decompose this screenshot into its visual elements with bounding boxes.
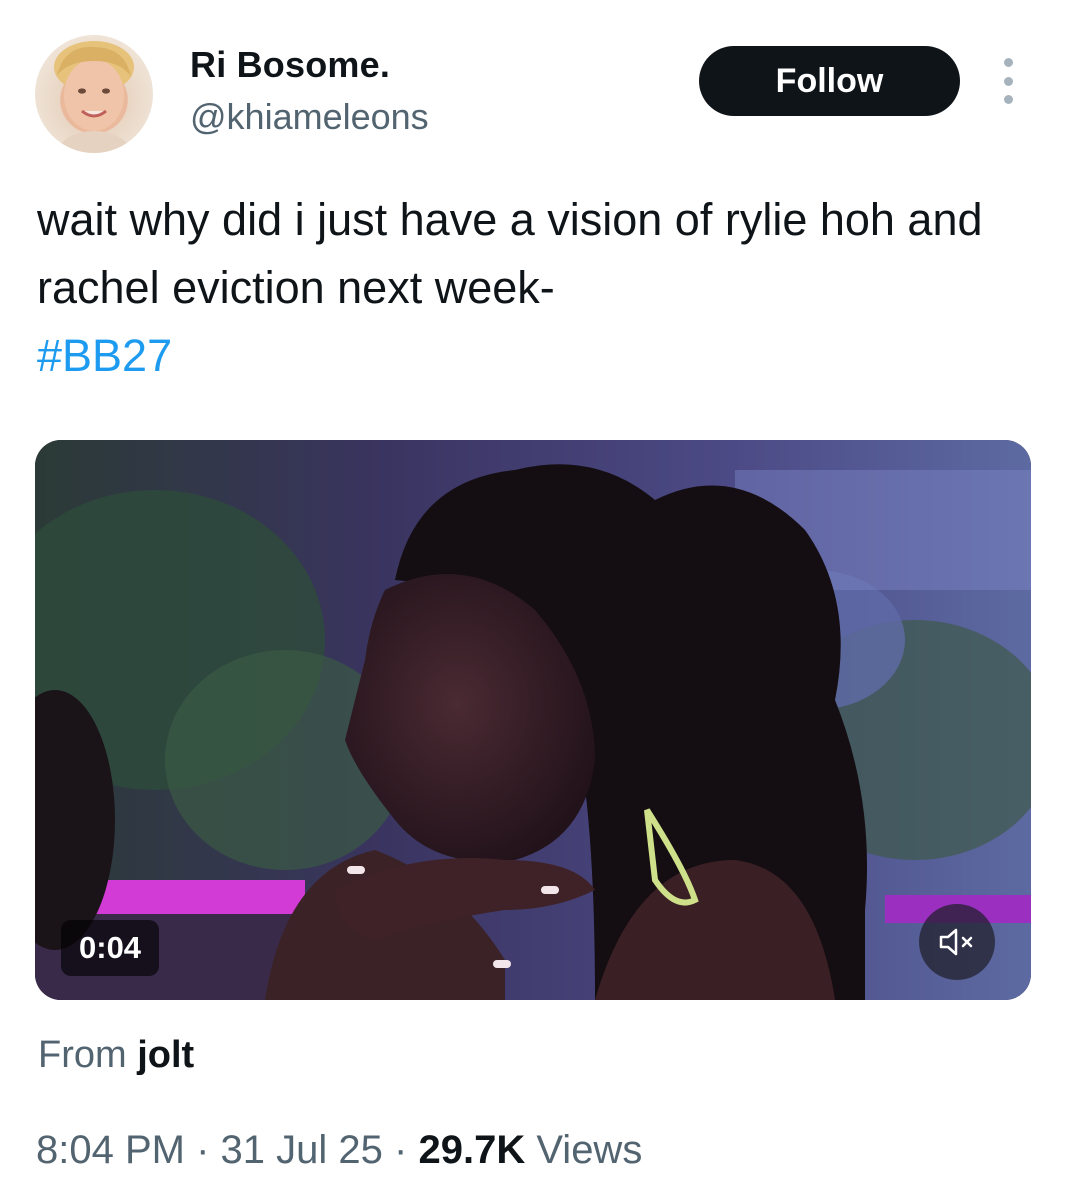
meta-separator: · xyxy=(196,1128,210,1172)
speaker-mute-glyph xyxy=(939,928,973,956)
hashtag-link[interactable]: #BB27 xyxy=(37,322,1027,390)
video-source: From jolt xyxy=(38,1034,194,1077)
source-prefix: From xyxy=(38,1034,127,1076)
tweet-text: wait why did i just have a vision of ryl… xyxy=(37,186,1027,390)
author-handle[interactable]: @khiameleons xyxy=(190,96,429,138)
profile-photo xyxy=(54,41,134,153)
video-duration: 0:04 xyxy=(61,920,160,976)
author-display-name[interactable]: Ri Bosome. xyxy=(190,44,390,86)
volume-muted-icon[interactable] xyxy=(919,904,995,980)
tweet-meta: 8:04 PM · 31 Jul 25 · 29.7K Views xyxy=(36,1128,642,1173)
tweet-date[interactable]: 31 Jul 25 xyxy=(221,1128,383,1172)
views-label: Views xyxy=(536,1128,643,1172)
tweet-body: wait why did i just have a vision of ryl… xyxy=(37,194,983,313)
follow-button[interactable]: Follow xyxy=(699,46,960,116)
more-dot xyxy=(1003,76,1013,86)
video-player[interactable]: 0:04 xyxy=(35,440,1031,1000)
tweet-time[interactable]: 8:04 PM xyxy=(36,1128,185,1172)
video-frame xyxy=(35,440,1031,1000)
meta-separator: · xyxy=(394,1128,408,1172)
avatar[interactable] xyxy=(35,35,153,153)
views-count[interactable]: 29.7K xyxy=(418,1128,525,1172)
more-dot xyxy=(1003,95,1013,104)
more-options-icon[interactable] xyxy=(994,58,1022,104)
more-dot xyxy=(1003,58,1013,67)
source-account-link[interactable]: jolt xyxy=(137,1034,194,1076)
